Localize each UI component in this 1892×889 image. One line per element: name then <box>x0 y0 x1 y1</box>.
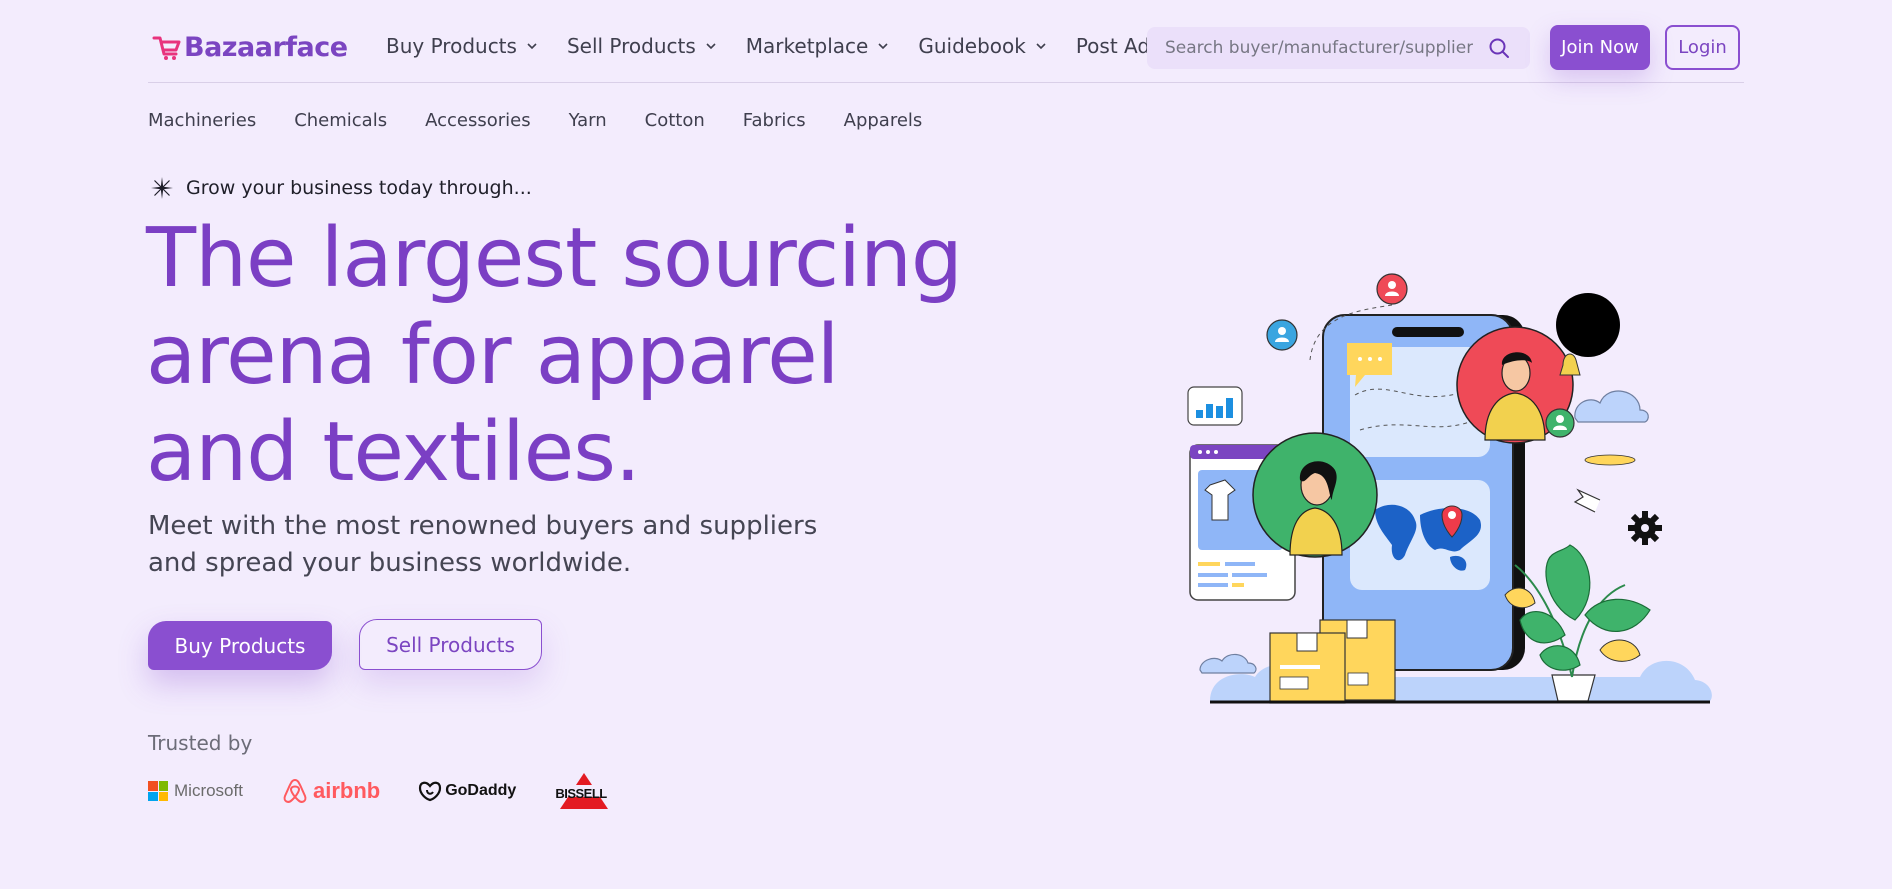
chevron-down-icon <box>878 43 888 50</box>
nav-label: Buy Products <box>386 34 517 58</box>
buy-products-button[interactable]: Buy Products <box>148 621 332 670</box>
sparkle-icon <box>151 177 173 199</box>
logo-text: Bazaarface <box>184 31 348 63</box>
category-apparels[interactable]: Apparels <box>844 110 923 131</box>
site-logo[interactable]: Bazaarface <box>152 30 348 64</box>
brand-name: Microsoft <box>174 781 243 800</box>
brand-name: airbnb <box>312 778 381 803</box>
main-nav: Buy Products Sell Products Marketplace G… <box>386 34 1171 58</box>
brand-name: BISSELL <box>555 786 607 801</box>
category-chemicals[interactable]: Chemicals <box>294 110 387 131</box>
nav-buy-products[interactable]: Buy Products <box>386 34 538 58</box>
subtitle-line: Meet with the most renowned buyers and s… <box>148 511 818 541</box>
microsoft-logo: Microsoft <box>148 781 243 801</box>
nav-guidebook[interactable]: Guidebook <box>918 34 1046 58</box>
subtitle-line: and spread your business worldwide. <box>148 548 632 578</box>
godaddy-logo: GoDaddy <box>418 780 516 802</box>
headline-line: arena for apparel <box>146 308 839 403</box>
cart-logo-icon <box>152 36 181 60</box>
godaddy-icon <box>419 781 442 802</box>
airbnb-icon <box>283 778 307 803</box>
category-fabrics[interactable]: Fabrics <box>743 110 806 131</box>
nav-label: Marketplace <box>745 34 869 58</box>
headline-line: and textiles. <box>146 405 641 500</box>
nav-label: Guidebook <box>918 34 1026 58</box>
hero-subtitle: Meet with the most renowned buyers and s… <box>148 508 848 582</box>
category-bar: Machineries Chemicals Accessories Yarn C… <box>148 110 922 131</box>
search-input[interactable] <box>1165 38 1473 58</box>
microsoft-icon <box>148 781 168 801</box>
headline-line: The largest sourcing <box>146 211 963 306</box>
category-machineries[interactable]: Machineries <box>148 110 256 131</box>
category-yarn[interactable]: Yarn <box>569 110 607 131</box>
bissell-logo: BISSELL <box>554 773 615 809</box>
brand-name: GoDaddy <box>445 782 517 799</box>
trusted-by-label: Trusted by <box>148 731 253 755</box>
chevron-down-icon <box>706 43 716 50</box>
join-now-button[interactable]: Join Now <box>1550 25 1650 70</box>
login-button[interactable]: Login <box>1665 25 1740 70</box>
airbnb-logo: airbnb <box>281 777 380 805</box>
nav-label: Post Ad <box>1075 34 1151 58</box>
nav-label: Sell Products <box>566 34 696 58</box>
hero-headline: The largest sourcing arena for apparel a… <box>146 210 1046 501</box>
search-box <box>1147 27 1530 69</box>
site-header: Bazaarface Buy Products Sell Products Ma… <box>148 0 1744 83</box>
sell-products-button[interactable]: Sell Products <box>359 619 542 670</box>
nav-sell-products[interactable]: Sell Products <box>567 34 717 58</box>
trusted-logos: Microsoft airbnb GoDaddy BISSELL <box>148 773 615 809</box>
hero-illustration <box>1187 273 1712 704</box>
category-accessories[interactable]: Accessories <box>425 110 531 131</box>
search-icon[interactable] <box>1488 37 1510 59</box>
chevron-down-icon <box>1036 43 1046 50</box>
category-cotton[interactable]: Cotton <box>645 110 705 131</box>
hero-tagline: Grow your business today through... <box>150 176 532 200</box>
tagline-text: Grow your business today through... <box>186 177 532 199</box>
nav-marketplace[interactable]: Marketplace <box>746 34 890 58</box>
chevron-down-icon <box>527 43 537 50</box>
